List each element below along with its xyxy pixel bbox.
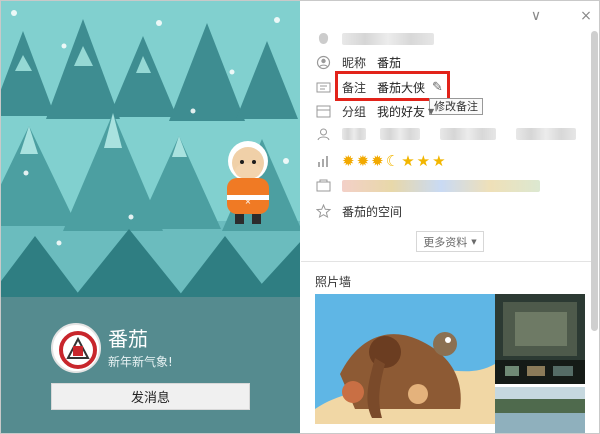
profile-tag-redacted: [440, 128, 496, 140]
level-chart-icon: [316, 154, 331, 169]
profile-window: × 番茄 新年新气象! 发消息 ∨ × 昵称 番茄 备注 番茄大侠 ✎ 修改备注…: [0, 0, 600, 434]
space-link[interactable]: 番茄的空间: [342, 203, 402, 220]
photo-landscape[interactable]: [495, 387, 585, 434]
moon-icon: ☾: [385, 152, 400, 170]
sun-icon: ✹: [356, 152, 370, 170]
nickname-row: 昵称 番茄: [316, 51, 401, 73]
svg-text:×: ×: [245, 197, 252, 206]
profile-signature: 新年新气象!: [108, 355, 173, 369]
photo-game-screenshot[interactable]: [495, 294, 585, 384]
cover-illustration: ×: [1, 1, 300, 297]
group-value[interactable]: 我的好友: [377, 103, 425, 120]
account-value-redacted: [342, 33, 434, 45]
more-info-button[interactable]: 更多资料 ▼: [416, 231, 484, 252]
remark-icon: [316, 80, 331, 95]
nickname-icon: [316, 55, 331, 70]
interest-redacted: [342, 180, 540, 192]
scrollbar[interactable]: [591, 31, 598, 331]
person-icon: [316, 127, 331, 142]
star-icon: ★: [401, 152, 415, 170]
star-outline-icon: [316, 203, 331, 219]
group-row: 分组 我的好友 ▼: [316, 100, 434, 122]
avatar[interactable]: [51, 323, 101, 373]
close-icon[interactable]: ×: [578, 8, 594, 24]
level-row: ✹ ✹ ✹ ☾ ★ ★ ★: [316, 150, 446, 172]
profile-display-name: 番茄: [108, 327, 148, 351]
photo-wall-title: 照片墙: [315, 275, 352, 289]
account-row: [316, 28, 434, 50]
chevron-down-icon: ▼: [471, 237, 477, 246]
sun-icon: ✹: [371, 152, 384, 170]
star-icon: ★: [432, 152, 446, 170]
profile-tag-redacted: [342, 128, 366, 140]
more-info-label: 更多资料: [423, 235, 468, 249]
profile-cover-panel: × 番茄 新年新气象! 发消息: [1, 1, 300, 433]
group-icon: [316, 104, 331, 119]
level-badges: ✹ ✹ ✹ ☾ ★ ★ ★: [342, 152, 446, 170]
profile-tag-redacted: [380, 128, 420, 140]
section-divider: [301, 261, 593, 262]
interest-row: [316, 175, 540, 197]
group-label: 分组: [342, 104, 367, 119]
chevron-down-icon[interactable]: ▼: [428, 107, 434, 116]
sun-icon: ✹: [342, 152, 355, 170]
minimize-icon[interactable]: ∨: [528, 8, 544, 24]
nickname-label: 昵称: [342, 55, 367, 70]
remark-highlight-box: [335, 71, 450, 101]
star-icon: ★: [416, 152, 431, 170]
account-icon: [316, 32, 331, 47]
photo-main[interactable]: [315, 294, 495, 424]
nickname-value: 番茄: [377, 55, 402, 70]
profile-tag-redacted: [516, 128, 576, 140]
send-message-button[interactable]: 发消息: [51, 383, 250, 410]
edit-remark-tooltip: 修改备注: [429, 98, 483, 115]
profile-tags-row: [316, 123, 576, 145]
space-row: 番茄的空间: [316, 200, 402, 222]
badge-icon: [316, 179, 331, 194]
